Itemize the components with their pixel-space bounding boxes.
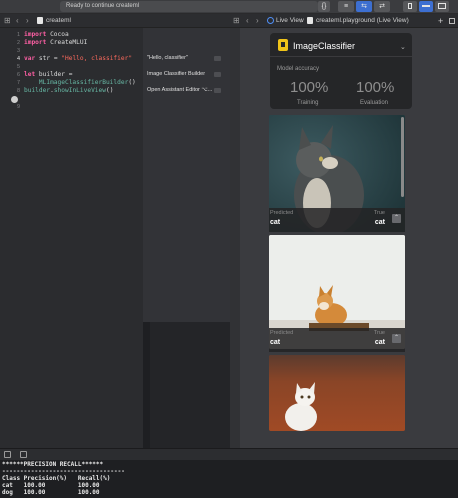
chevron-down-icon[interactable]: ⌄ <box>400 43 406 51</box>
line-number-gutter: 1 2 3 4 5 6 7 8 9 <box>0 28 23 448</box>
console-output: ******PRECISION RECALL****** -----------… <box>0 460 458 498</box>
back-arrow-icon[interactable]: ‹ <box>246 14 249 28</box>
code-line-4: var str = "Hello, classifier" <box>24 55 133 62</box>
add-editor-button[interactable]: + <box>438 14 443 28</box>
line-number: 3 <box>16 48 20 54</box>
image-classifier-icon <box>278 39 288 51</box>
related-items-icon[interactable]: ⊞ <box>233 14 240 28</box>
training-label: Training <box>297 100 319 106</box>
classifier-title: ImageClassifier <box>293 41 356 51</box>
console-line: ******PRECISION RECALL****** <box>2 461 104 468</box>
live-view-mode[interactable]: Live View <box>267 14 304 28</box>
line-number: 8 <box>16 88 20 94</box>
forward-arrow-icon[interactable]: › <box>26 14 29 28</box>
evaluation-label: Evaluation <box>360 100 389 106</box>
debug-bar <box>0 448 458 460</box>
braces-button[interactable]: {} <box>318 1 330 12</box>
file-icon <box>307 16 313 24</box>
expand-icon[interactable]: ⌃ <box>392 334 401 343</box>
prediction-bar: Predicted True cat cat ⌃ <box>269 328 405 352</box>
predicted-label: Predicted <box>270 330 294 336</box>
run-to-line-button[interactable] <box>11 96 18 103</box>
related-items-icon[interactable]: ⊞ <box>4 14 11 28</box>
true-label: True <box>373 330 385 336</box>
editor-empty-area <box>150 322 230 448</box>
live-view-gutter <box>230 28 240 448</box>
predicted-value: cat <box>270 339 281 346</box>
console-line: dog 100.00 100.00 <box>2 489 100 496</box>
predicted-value: cat <box>270 219 281 226</box>
live-view-jump-bar: ⊞ ‹ › Live View › createml.playground (L… <box>230 14 458 28</box>
line-number: 4 <box>16 56 20 62</box>
expand-icon[interactable]: ⌃ <box>392 214 401 223</box>
model-accuracy-label: Model accuracy <box>277 66 320 72</box>
hide-debug-area-icon[interactable] <box>4 451 11 458</box>
result-value: "Hello, classifier" <box>147 55 188 61</box>
toolbar: Ready to continue createml {} ≡ ⇆ ⇄ <box>0 0 458 14</box>
prediction-bar: Predicted True cat cat ⌃ <box>269 208 405 232</box>
line-number: 1 <box>16 32 20 38</box>
console-line: cat 100.00 100.00 <box>2 482 100 489</box>
prediction-image <box>269 355 405 431</box>
cat-photo <box>269 355 405 431</box>
assistant-editor-button[interactable]: ⇆ <box>356 1 372 12</box>
jump-bar-file[interactable]: createml <box>37 14 71 28</box>
live-view-file[interactable]: createml.playground (Live View) <box>307 14 409 28</box>
true-value: cat <box>374 339 385 346</box>
version-editor-button[interactable]: ⇄ <box>374 1 390 12</box>
line-number: 9 <box>16 104 20 110</box>
results-sidebar: "Hello, classifier" Image Classifier Bui… <box>143 28 230 322</box>
true-value: cat <box>374 219 385 226</box>
result-value: Open Assistant Editor ⌥... <box>147 87 213 93</box>
line-number: 7 <box>16 80 20 86</box>
source-editor[interactable]: import Cocoa import CreateMLUI var str =… <box>23 28 143 448</box>
code-line-2: import CreateMLUI <box>24 39 88 46</box>
line-number: 2 <box>16 40 20 46</box>
standard-editor-button[interactable]: ≡ <box>338 1 354 12</box>
close-editor-icon[interactable] <box>449 18 455 24</box>
navigator-toggle-button[interactable] <box>403 1 417 12</box>
file-icon <box>37 16 43 24</box>
scrollbar[interactable] <box>401 117 404 197</box>
quick-look-icon[interactable] <box>214 56 221 61</box>
console-line: ---------------------------------- <box>2 468 125 475</box>
code-line-7: MLImageClassifierBuilder() <box>38 79 136 86</box>
code-line-8: builder.showInLiveView() <box>24 87 114 94</box>
true-label: True <box>373 210 385 216</box>
forward-arrow-icon[interactable]: › <box>256 14 259 28</box>
editor-jump-bar: ⊞ ‹ › createml <box>0 14 230 28</box>
code-line-6: let builder = <box>24 71 73 78</box>
evaluation-accuracy: 100% <box>356 79 395 96</box>
result-value: Image Classifier Builder <box>147 71 206 77</box>
debug-area-toggle-button[interactable] <box>419 1 433 12</box>
live-view-icon <box>267 16 274 24</box>
predicted-label: Predicted <box>270 210 294 216</box>
quick-look-icon[interactable] <box>214 72 221 77</box>
console-line: Class Precision(%) Recall(%) <box>2 475 111 482</box>
line-number: 5 <box>16 64 20 70</box>
quick-look-icon[interactable] <box>214 88 221 93</box>
code-line-1: import Cocoa <box>24 31 69 38</box>
separator-chevron-icon: › <box>300 16 303 25</box>
training-accuracy: 100% <box>290 79 329 96</box>
back-arrow-icon[interactable]: ‹ <box>16 14 19 28</box>
activity-status: Ready to continue createml <box>60 1 318 12</box>
stop-execution-icon[interactable] <box>20 451 27 458</box>
line-number: 6 <box>16 72 20 78</box>
inspector-toggle-button[interactable] <box>435 1 449 12</box>
card-divider <box>270 56 412 57</box>
